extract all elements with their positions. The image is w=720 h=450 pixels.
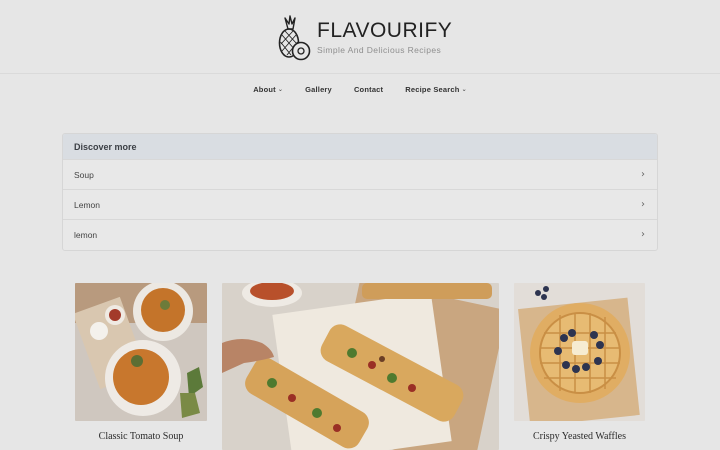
discover-more-panel: Discover more Soup › Lemon › lemon › [62, 133, 658, 251]
recipe-title-waffles[interactable]: Crispy Yeasted Waffles [514, 431, 645, 442]
nav-item-label: Recipe Search [405, 84, 460, 94]
discover-item-lemon[interactable]: Lemon › [63, 189, 657, 219]
waffles-photo [514, 283, 645, 421]
nav-item-label: Contact [353, 84, 384, 94]
discover-item-label: Soup [74, 169, 94, 180]
nav-item-gallery[interactable]: Gallery [294, 85, 343, 94]
site-header: FLAVOURIFY Simple And Delicious Recipes [0, 0, 720, 74]
discover-item-soup[interactable]: Soup › [63, 159, 657, 189]
discover-more-heading: Discover more [63, 134, 657, 159]
recipe-image-tomato-soup[interactable] [75, 283, 207, 421]
discover-item-lemon-lowercase[interactable]: lemon › [63, 219, 657, 249]
tomato-soup-photo [75, 283, 207, 421]
recipe-title-tomato-soup[interactable]: Classic Tomato Soup [75, 431, 207, 442]
nav-item-label: Gallery [305, 84, 332, 94]
nav-item-recipe-search[interactable]: Recipe Search ⌄ [394, 85, 478, 94]
site-tagline: Simple And Delicious Recipes [317, 45, 442, 55]
site-logo[interactable]: FLAVOURIFY Simple And Delicious Recipes [276, 14, 452, 62]
chevron-right-icon: › [641, 229, 645, 240]
main-nav: About ⌄ Gallery Contact Recipe Search ⌄ [0, 75, 720, 103]
chevron-down-icon: ⌄ [277, 86, 284, 93]
nav-item-label: About [253, 84, 276, 94]
recipe-image-flatbread[interactable] [222, 283, 499, 450]
chevron-right-icon: › [641, 169, 645, 180]
chevron-down-icon: ⌄ [461, 86, 467, 93]
discover-item-label: lemon [74, 229, 98, 240]
chevron-right-icon: › [641, 199, 645, 210]
site-title[interactable]: FLAVOURIFY [317, 18, 452, 44]
discover-item-label: Lemon [74, 199, 100, 210]
pineapple-logo-icon [278, 15, 311, 61]
recipe-image-waffles[interactable] [514, 283, 645, 421]
nav-item-about[interactable]: About ⌄ [242, 85, 294, 94]
nav-item-contact[interactable]: Contact [343, 85, 394, 94]
flatbread-photo [222, 283, 499, 450]
